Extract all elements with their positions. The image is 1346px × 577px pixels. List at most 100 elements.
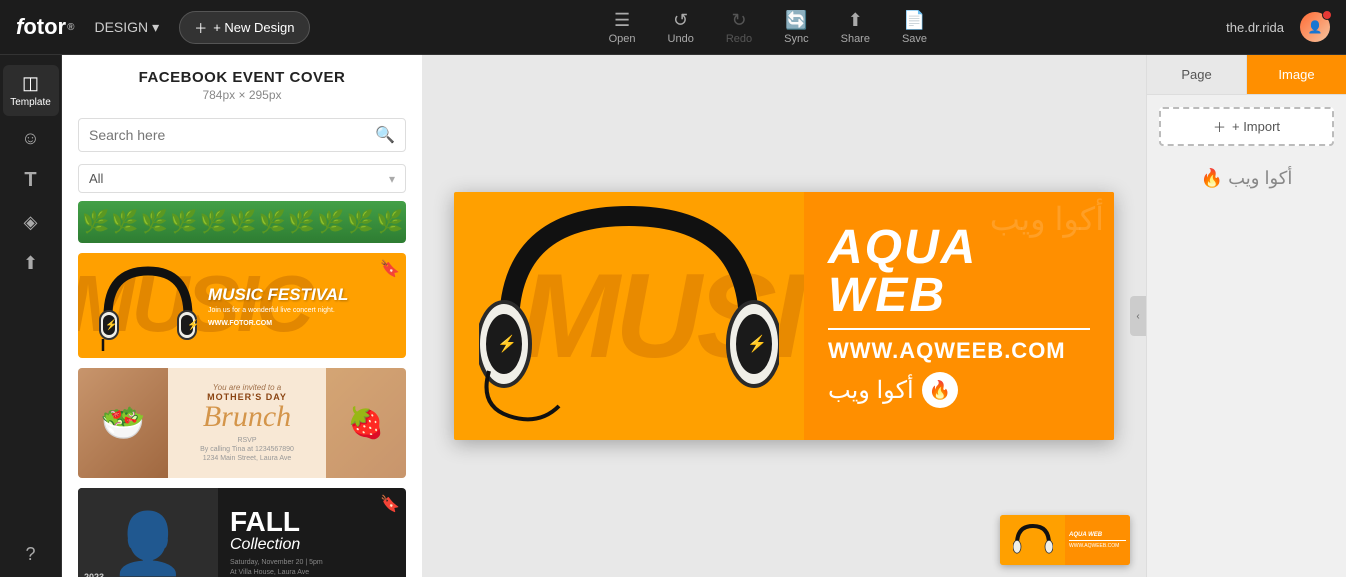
canvas-headphone-area: ⚡ ⚡ xyxy=(454,192,804,440)
template-icon: ◫ xyxy=(22,73,39,94)
template-grid: 🌿🌿🌿 🌿🌿🌿 🌿🌿🌿 🌿🌿🌿 🔖 MUSIC xyxy=(62,201,422,577)
save-button[interactable]: 📄 Save xyxy=(902,10,927,45)
navbar: f otor ® DESIGN ▾ ＋ + New Design ☰ Open … xyxy=(0,0,1346,55)
large-headphone-svg: ⚡ ⚡ xyxy=(479,196,779,436)
sidebar: ◫ Template ☺ T ◈ ⬆ ? xyxy=(0,55,62,577)
new-design-button[interactable]: ＋ + New Design xyxy=(179,11,309,44)
brunch-rsvp: RSVPBy calling Tina at 12345678901234 Ma… xyxy=(200,436,294,463)
right-arabic-preview: أكوا ويب 🔥 xyxy=(1147,158,1346,199)
search-bar[interactable]: 🔍 xyxy=(78,118,406,152)
right-sidebar: Page Image ＋ + Import أكوا ويب 🔥 xyxy=(1146,55,1346,577)
redo-label: Redo xyxy=(726,33,752,45)
sidebar-item-element[interactable]: ☺ xyxy=(3,120,59,157)
right-tabs: Page Image xyxy=(1147,55,1346,95)
main-content: ◫ Template ☺ T ◈ ⬆ ? FACEBOOK EVENT COVE… xyxy=(0,55,1346,577)
canvas-thumbnail: AQUA WEB WWW.AQWEEB.COM xyxy=(1000,515,1130,565)
share-label: Share xyxy=(841,33,870,45)
bookmark-icon: 🔖 xyxy=(380,494,400,514)
open-button[interactable]: ☰ Open xyxy=(609,10,636,45)
design-label: DESIGN xyxy=(94,19,148,35)
svg-text:⚡: ⚡ xyxy=(747,334,767,353)
svg-text:⚡: ⚡ xyxy=(497,334,517,353)
sidebar-item-template[interactable]: ◫ Template xyxy=(3,65,59,116)
navbar-actions: ☰ Open ↺ Undo ↻ Redo 🔄 Sync ⬆ Share 📄 Sa… xyxy=(310,10,1227,45)
chevron-down-icon: ▾ xyxy=(152,19,159,36)
tab-page[interactable]: Page xyxy=(1147,55,1247,94)
share-button[interactable]: ⬆ Share xyxy=(841,10,870,45)
fashion-collection: Collection xyxy=(230,536,394,554)
username: the.dr.rida xyxy=(1226,20,1284,35)
import-button[interactable]: ＋ + Import xyxy=(1159,107,1334,146)
brunch-invited: You are invited to a xyxy=(213,383,282,392)
undo-button[interactable]: ↺ Undo xyxy=(668,10,694,45)
filter-icon: ◈ xyxy=(24,212,38,233)
canvas-area: MUSIC ⚡ ⚡ xyxy=(422,55,1146,577)
search-icon: 🔍 xyxy=(375,125,395,145)
music-title: MUSIC FESTIVAL xyxy=(208,285,398,305)
search-input[interactable] xyxy=(89,127,375,143)
canvas-arabic-text: أكوا ويب xyxy=(828,376,914,405)
filter-label: All xyxy=(89,171,389,186)
tab-image[interactable]: Image xyxy=(1247,55,1346,94)
thumbnail-inner: AQUA WEB WWW.AQWEEB.COM xyxy=(1000,515,1130,565)
navbar-right: the.dr.rida 👤 xyxy=(1226,12,1330,42)
plus-icon: ＋ xyxy=(1213,117,1226,136)
notification-badge xyxy=(1322,10,1332,20)
undo-icon: ↺ xyxy=(673,10,688,31)
brunch-title: Brunch xyxy=(203,402,291,432)
undo-label: Undo xyxy=(668,33,694,45)
headphone-svg: ⚡ ⚡ xyxy=(98,261,198,351)
import-label: + Import xyxy=(1232,119,1280,134)
new-design-label: + New Design xyxy=(213,20,294,35)
app-logo[interactable]: f otor ® xyxy=(16,14,74,40)
sidebar-item-text[interactable]: T xyxy=(3,161,59,200)
svg-text:⚡: ⚡ xyxy=(105,318,117,331)
logo-superscript: ® xyxy=(67,22,74,33)
canvas-logo-area: أكوا ويب 🔥 xyxy=(828,372,1090,408)
avatar[interactable]: 👤 xyxy=(1300,12,1330,42)
save-label: Save xyxy=(902,33,927,45)
thumbnail-headphone-icon xyxy=(1013,520,1053,560)
help-icon: ? xyxy=(25,544,35,565)
thumbnail-left xyxy=(1000,515,1065,565)
design-dropdown[interactable]: DESIGN ▾ xyxy=(94,19,159,36)
upload-icon: ⬆ xyxy=(23,253,38,274)
sync-icon: 🔄 xyxy=(785,10,807,31)
sync-label: Sync xyxy=(784,33,808,45)
music-subtitle: Join us for a wonderful live concert nig… xyxy=(208,307,398,314)
save-icon: 📄 xyxy=(903,10,925,31)
canvas-divider xyxy=(828,328,1090,330)
fashion-tag: 2023 xyxy=(84,572,212,577)
template-item-green[interactable]: 🌿🌿🌿 🌿🌿🌿 🌿🌿🌿 🌿🌿🌿 xyxy=(78,201,406,243)
fashion-fall: FALL xyxy=(230,508,394,536)
plus-icon: ＋ xyxy=(194,18,207,37)
template-item-music[interactable]: 🔖 MUSIC ⚡ ⚡ xyxy=(78,253,406,358)
template-panel: FACEBOOK EVENT COVER 784px × 295px 🔍 All… xyxy=(62,55,422,577)
template-title: FACEBOOK EVENT COVER xyxy=(78,69,406,86)
fashion-date: Saturday, November 20 | 5pmAt Villa Hous… xyxy=(230,558,394,577)
sidebar-item-label: Template xyxy=(10,97,51,108)
sidebar-item-upload[interactable]: ⬆ xyxy=(3,245,59,282)
filter-dropdown[interactable]: All ▾ xyxy=(78,164,406,193)
template-item-brunch[interactable]: 🔖 🥗 You are invited to a MOTHER'S DAY Br… xyxy=(78,368,406,478)
template-dimensions: 784px × 295px xyxy=(78,88,406,102)
sidebar-item-filter[interactable]: ◈ xyxy=(3,204,59,241)
thumbnail-right: AQUA WEB WWW.AQWEEB.COM xyxy=(1065,515,1130,565)
redo-button[interactable]: ↻ Redo xyxy=(726,10,752,45)
music-url: WWW.FOTOR.COM xyxy=(208,320,398,327)
canvas-logo-icon: 🔥 xyxy=(922,372,958,408)
collapse-button[interactable]: ‹ xyxy=(1130,296,1146,336)
template-header: FACEBOOK EVENT COVER 784px × 295px xyxy=(62,55,422,110)
element-icon: ☺ xyxy=(21,128,39,149)
template-item-fashion[interactable]: 🔖 👤 2023 FASHION SHOW FALL xyxy=(78,488,406,577)
share-icon: ⬆ xyxy=(848,10,863,31)
text-icon: T xyxy=(24,169,36,192)
sync-button[interactable]: 🔄 Sync xyxy=(784,10,808,45)
canvas-design[interactable]: MUSIC ⚡ ⚡ xyxy=(454,192,1114,440)
canvas-brand-title: AQUA WEB xyxy=(828,224,1090,320)
sidebar-item-help[interactable]: ? xyxy=(3,536,59,577)
svg-text:⚡: ⚡ xyxy=(187,318,198,331)
thumbnail-brand: AQUA WEB xyxy=(1069,532,1126,538)
chevron-down-icon: ▾ xyxy=(389,172,395,186)
redo-icon: ↻ xyxy=(731,10,746,31)
